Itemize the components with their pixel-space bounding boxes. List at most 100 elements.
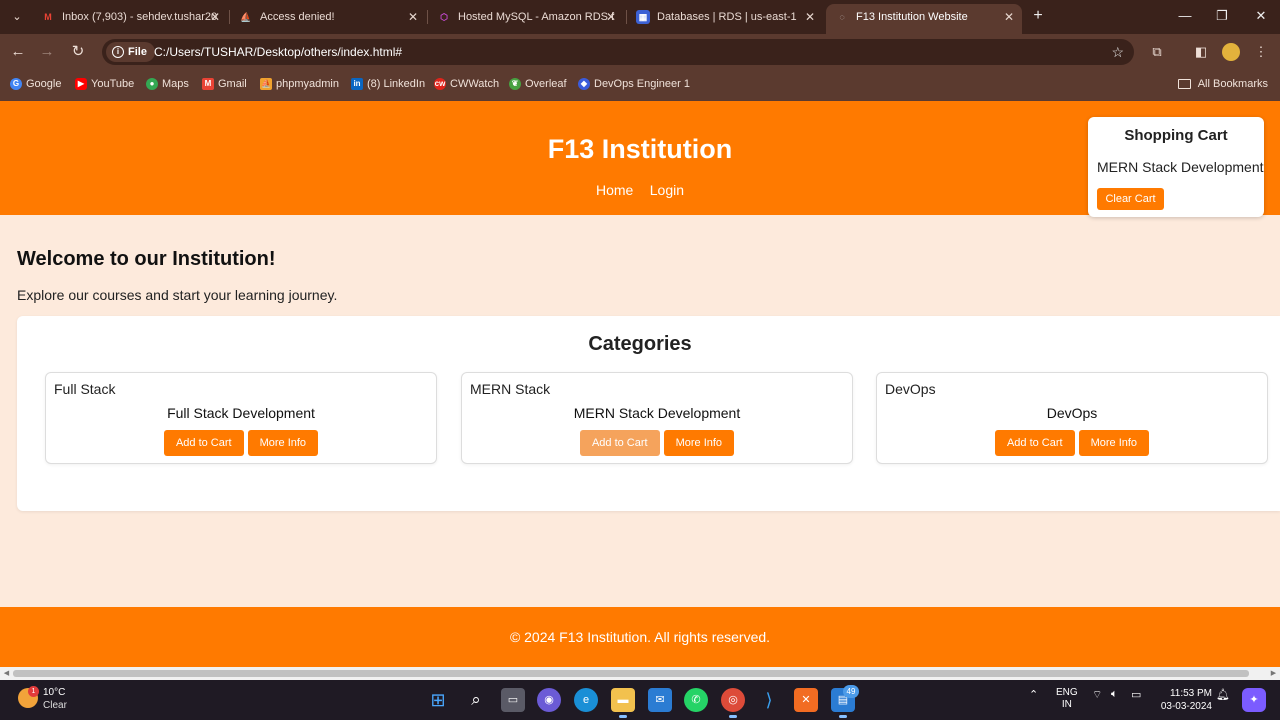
- bookmark-devops[interactable]: ◆ DevOps Engineer 1: [578, 70, 690, 98]
- url-text[interactable]: C:/Users/TUSHAR/Desktop/others/index.htm…: [154, 39, 402, 65]
- clear-cart-button[interactable]: Clear Cart: [1097, 188, 1164, 210]
- page-icon: ◌: [839, 12, 845, 22]
- bookmark-maps[interactable]: ● Maps: [146, 70, 189, 98]
- reload-icon[interactable]: ↻: [68, 42, 88, 62]
- tab-strip: ⌄ M Inbox (7,903) - sehdev.tushar20 ✕ ⛵ …: [0, 0, 1280, 34]
- card-actions: Add to Cart More Info: [877, 430, 1267, 456]
- close-tab-icon[interactable]: ✕: [1004, 4, 1014, 30]
- task-view-icon[interactable]: ▭: [501, 688, 525, 712]
- bookmark-overleaf[interactable]: ❦ Overleaf: [509, 70, 567, 98]
- bookmark-gmail[interactable]: M Gmail: [202, 70, 247, 98]
- side-panel-icon[interactable]: ◧: [1191, 42, 1211, 62]
- category-card-mern-stack: MERN Stack MERN Stack Development Add to…: [461, 372, 853, 464]
- broken-image-alt: Full Stack: [54, 381, 116, 397]
- tab-hosted-mysql[interactable]: ⬡ Hosted MySQL - Amazon RDS f ✕: [428, 4, 624, 34]
- nav-home-link[interactable]: Home: [596, 182, 633, 198]
- close-tab-icon[interactable]: ✕: [210, 4, 220, 30]
- whatsapp-icon[interactable]: ✆: [684, 688, 708, 712]
- file-explorer-icon[interactable]: ▬: [611, 688, 635, 718]
- lang-line1: ENG: [1056, 687, 1078, 698]
- tab-gmail[interactable]: M Inbox (7,903) - sehdev.tushar20 ✕: [32, 4, 228, 34]
- close-window-icon[interactable]: ✕: [1249, 6, 1273, 26]
- menu-kebab-icon[interactable]: ⋮: [1251, 42, 1271, 62]
- weather-temp[interactable]: 10°C: [43, 687, 65, 698]
- tab-access-denied[interactable]: ⛵ Access denied! ✕: [230, 4, 426, 34]
- card-actions: Add to Cart More Info: [462, 430, 852, 456]
- broken-image-alt: MERN Stack: [470, 381, 551, 397]
- bookmark-cwwatch[interactable]: cw CWWatch: [434, 70, 499, 98]
- phpmyadmin-icon: ⛵: [240, 12, 252, 22]
- close-tab-icon[interactable]: ✕: [805, 4, 815, 30]
- forward-icon[interactable]: →: [37, 42, 57, 62]
- notification-bell-icon[interactable]: 🔔︎: [1216, 688, 1230, 701]
- gmail-icon: M: [44, 12, 52, 22]
- edge-icon[interactable]: e: [574, 688, 598, 712]
- all-bookmarks-button[interactable]: All Bookmarks: [1177, 70, 1268, 98]
- language-indicator[interactable]: ENG IN: [1056, 687, 1078, 711]
- google-icon: G: [10, 78, 22, 90]
- address-bar[interactable]: i File C:/Users/TUSHAR/Desktop/others/in…: [102, 39, 1134, 65]
- add-to-cart-button[interactable]: Add to Cart: [994, 430, 1075, 456]
- wifi-icon[interactable]: ⌔: [1092, 688, 1102, 702]
- browser-toolbar: ← → ↻ i File C:/Users/TUSHAR/Desktop/oth…: [0, 34, 1280, 70]
- tab-title: F13 Institution Website: [856, 11, 968, 23]
- cart-title: Shopping Cart: [1124, 127, 1228, 144]
- vscode-icon[interactable]: ⟩: [757, 688, 781, 712]
- scroll-left-icon[interactable]: ◀: [0, 667, 13, 680]
- more-info-button[interactable]: More Info: [663, 430, 735, 456]
- minimize-icon[interactable]: —: [1173, 6, 1197, 26]
- site-info-chip[interactable]: i File: [106, 42, 155, 62]
- clock-time: 11:53 PM: [1169, 688, 1212, 699]
- cwwatch-icon: cw: [434, 78, 446, 90]
- teams-chat-icon[interactable]: ◉: [537, 688, 561, 712]
- more-info-button[interactable]: More Info: [1078, 430, 1150, 456]
- close-tab-icon[interactable]: ✕: [606, 4, 616, 30]
- tab-search-chevron-icon[interactable]: ⌄: [6, 7, 28, 27]
- bookmark-google[interactable]: G Google: [10, 70, 61, 98]
- add-to-cart-button-disabled[interactable]: Add to Cart: [579, 430, 660, 456]
- bookmark-label: (8) LinkedIn: [367, 78, 426, 90]
- more-info-button[interactable]: More Info: [247, 430, 319, 456]
- back-icon[interactable]: ←: [8, 42, 28, 62]
- new-tab-icon[interactable]: +: [1028, 6, 1048, 26]
- bookmark-linkedin[interactable]: in (8) LinkedIn: [351, 70, 425, 98]
- close-tab-icon[interactable]: ✕: [408, 4, 418, 30]
- bookmark-label: Overleaf: [525, 78, 567, 90]
- search-icon[interactable]: ⌕: [464, 688, 488, 712]
- broken-image-alt: DevOps: [885, 381, 936, 397]
- windows-start-icon[interactable]: ⊞: [426, 688, 450, 712]
- copilot-icon[interactable]: ✦: [1242, 688, 1266, 712]
- notification-count-badge: 49: [843, 685, 859, 698]
- system-clock[interactable]: 11:53 PM 03-03-2024: [1156, 687, 1212, 713]
- profile-avatar[interactable]: [1222, 43, 1240, 61]
- scrollbar-thumb[interactable]: [13, 670, 1249, 677]
- bookmark-label: Gmail: [218, 78, 247, 90]
- lang-line2: IN: [1061, 699, 1072, 710]
- category-name: Full Stack Development: [167, 405, 315, 421]
- extensions-icon[interactable]: ⧉: [1147, 42, 1167, 62]
- folder-icon: [1177, 79, 1191, 89]
- nav-login-link[interactable]: Login: [650, 182, 684, 198]
- scroll-right-icon[interactable]: ▶: [1267, 667, 1280, 680]
- xampp-icon[interactable]: ✕: [794, 688, 818, 712]
- bookmark-phpmyadmin[interactable]: ⛵ phpmyadmin: [260, 70, 339, 98]
- volume-icon[interactable]: 🔈︎: [1111, 688, 1118, 701]
- tab-f13-institution[interactable]: ◌ F13 Institution Website ✕: [826, 4, 1022, 34]
- restore-icon[interactable]: ❐: [1210, 6, 1234, 26]
- category-name: DevOps: [1046, 405, 1098, 421]
- show-hidden-icons-chevron-icon[interactable]: ⌃: [1029, 688, 1038, 701]
- chrome-icon[interactable]: ◎: [721, 688, 745, 718]
- linkedin-icon: in: [351, 78, 363, 90]
- horizontal-scrollbar[interactable]: ◀ ▶: [0, 667, 1280, 680]
- bookmark-youtube[interactable]: ▶ YouTube: [75, 70, 134, 98]
- bookmark-label: CWWatch: [450, 78, 500, 90]
- weather-desc[interactable]: Clear: [43, 700, 67, 711]
- categories-section: Categories Full Stack Full Stack Develop…: [17, 316, 1280, 511]
- tab-rds-databases[interactable]: ▦ Databases | RDS | us-east-1 ✕: [627, 4, 823, 34]
- add-to-cart-button[interactable]: Add to Cart: [163, 430, 244, 456]
- battery-icon[interactable]: ▭: [1131, 688, 1141, 701]
- category-card-full-stack: Full Stack Full Stack Development Add to…: [45, 372, 437, 464]
- bookmark-star-icon[interactable]: ☆: [1111, 42, 1124, 62]
- overleaf-icon: ❦: [509, 78, 521, 90]
- mail-icon[interactable]: ✉: [648, 688, 672, 712]
